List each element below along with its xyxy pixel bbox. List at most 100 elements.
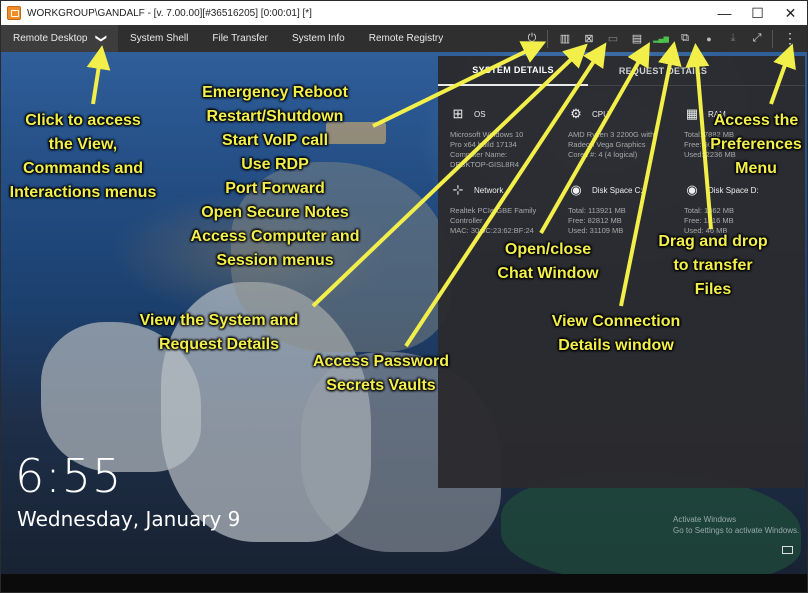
card-title: OS <box>474 109 486 119</box>
annotation-line: Menu <box>735 160 777 177</box>
annotation-chat: Open/close Chat Window <box>481 238 615 286</box>
annotation-file-transfer: Drag and drop to transfer Files <box>641 230 785 302</box>
tab-system-details[interactable]: SYSTEM DETAILS <box>438 56 588 86</box>
monitor-icon[interactable]: ▭ <box>602 30 624 48</box>
network-status-icon <box>782 546 793 554</box>
annotation-line: Chat Window <box>497 265 599 282</box>
disk-c-icon: ◉ <box>570 182 582 197</box>
disk-d-card: ◉ Disk Space D: Total: 1862 MB Free: 1816… <box>684 180 796 236</box>
card-title: Disk Space C: <box>592 185 643 195</box>
toolbar-divider <box>772 29 773 48</box>
card-line: AMD Ryzen 3 2200G with <box>568 130 655 139</box>
os-card: ⊞ OS Microsoft Windows 10 Pro x64 build 1… <box>450 104 562 170</box>
download-icon[interactable]: ⤓ <box>722 30 744 48</box>
annotation-line: to transfer <box>673 257 753 274</box>
maximize-button[interactable]: ☐ <box>741 1 774 25</box>
bottom-bar <box>1 574 807 592</box>
annotation-line: Open Secure Notes <box>201 204 349 221</box>
card-line: Realtek PCIe GBE Family <box>450 206 537 215</box>
system-details-icon[interactable]: ▥ <box>554 30 576 48</box>
app-window: WORKGROUP\GANDALF - [v. 7.00.00][#365162… <box>0 0 808 593</box>
lockscreen-date: Wednesday, January 9 <box>17 507 241 531</box>
chevron-down-icon[interactable]: ❯ <box>95 34 108 43</box>
annotation-line: Restart/Shutdown <box>206 108 344 125</box>
annotation-line: Details window <box>558 337 674 354</box>
annotation-line: Use RDP <box>241 156 309 173</box>
card-line: Cores #: 4 (4 logical) <box>568 150 638 159</box>
activate-line-2: Go to Settings to activate Windows. <box>673 526 800 535</box>
annotation-line: Files <box>694 281 732 298</box>
card-title: Network <box>474 185 504 195</box>
tab-remote-registry[interactable]: Remote Registry <box>357 25 455 52</box>
card-line: Pro x64 build 17134 <box>450 140 517 149</box>
annotation-line: Preferences <box>710 136 802 153</box>
card-line: Total: 113921 MB <box>568 206 626 215</box>
windows-icon: ⊞ <box>452 106 464 121</box>
annotation-line: Commands and <box>22 160 143 177</box>
close-button[interactable]: ✕ <box>774 1 807 25</box>
tab-system-info[interactable]: System Info <box>280 25 357 52</box>
card-title: CPU <box>592 109 609 119</box>
session-toolbar: Remote Desktop ❯ System Shell File Trans… <box>1 25 807 52</box>
card-title: Disk Space D: <box>708 185 759 195</box>
ram-icon: ▦ <box>685 106 699 121</box>
annotation-line: the View, <box>48 136 118 153</box>
record-icon[interactable]: ● <box>698 30 720 48</box>
annotation-line: Session menus <box>216 252 334 269</box>
annotation-view-menu: Click to access the View, Commands and I… <box>3 109 163 205</box>
annotation-line: Access Password <box>312 353 450 370</box>
annotation-line: Secrets Vaults <box>326 377 436 394</box>
disk-c-card: ◉ Disk Space C: Total: 113921 MB Free: 82… <box>568 180 680 236</box>
app-logo-icon <box>7 6 21 20</box>
tab-request-details[interactable]: REQUEST DETAILS <box>588 56 738 86</box>
annotation-line: Request Details <box>158 336 280 353</box>
annotation-connection: View Connection Details window <box>531 310 701 358</box>
annotation-line: Access the <box>713 112 799 129</box>
annotation-system-details: View the System and Request Details <box>121 309 317 357</box>
toolbar-icons: ⏻ ▥ ⊠ ▭ ▤ ▂▄▆ ⧉ ● ⤓ ⤢ ⋮ <box>519 25 807 52</box>
tab-system-shell[interactable]: System Shell <box>118 25 200 52</box>
card-line: Computer Name: <box>450 150 508 159</box>
tab-label: Remote Desktop <box>13 33 88 44</box>
card-line: Free: 1816 MB <box>684 216 734 225</box>
tab-remote-desktop[interactable]: Remote Desktop ❯ <box>1 25 118 52</box>
card-line: Controller <box>450 216 483 225</box>
annotation-line: View the System and <box>139 312 299 329</box>
annotation-line: Emergency Reboot <box>202 84 348 101</box>
activate-windows-watermark: Activate Windows Go to Settings to activ… <box>673 514 799 536</box>
annotation-preferences: Access the Preferences Menu <box>703 109 807 181</box>
password-vault-icon[interactable]: ⊠ <box>578 30 600 48</box>
annotation-power-menu: Emergency Reboot Restart/Shutdown Start … <box>177 81 373 273</box>
network-icon: ⊹ <box>452 182 464 197</box>
minimize-button[interactable]: — <box>708 1 741 25</box>
file-transfer-icon[interactable]: ⧉ <box>674 30 696 48</box>
annotation-line: Drag and drop <box>658 233 768 250</box>
activate-line-1: Activate Windows <box>673 515 737 524</box>
disk-d-icon: ◉ <box>686 182 698 197</box>
card-line: MAC: 30:9C:23:62:BF:24 <box>450 226 534 235</box>
signal-strength-icon[interactable]: ▂▄▆ <box>650 30 672 48</box>
toolbar-divider <box>547 29 548 48</box>
lockscreen-time: 6:55 <box>15 449 123 503</box>
fullscreen-icon[interactable]: ⤢ <box>746 30 768 48</box>
annotation-line: Port Forward <box>225 180 325 197</box>
card-line: Microsoft Windows 10 <box>450 130 524 139</box>
card-line: DESKTOP-GISL8R4 <box>450 160 520 169</box>
annotation-line: Start VoIP call <box>221 132 329 149</box>
cpu-card: ⚙ CPU AMD Ryzen 3 2200G with Radeon Vega … <box>568 104 680 160</box>
card-line: Total: 1862 MB <box>684 206 735 215</box>
window-title: WORKGROUP\GANDALF - [v. 7.00.00][#365162… <box>27 7 312 19</box>
panel-tabs: SYSTEM DETAILS REQUEST DETAILS <box>438 56 805 86</box>
card-line: Radeon Vega Graphics <box>568 140 646 149</box>
card-line: Free: 82812 MB <box>568 216 622 225</box>
network-card: ⊹ Network Realtek PCIe GBE Family Control… <box>450 180 562 236</box>
chat-icon[interactable]: ▤ <box>626 30 648 48</box>
more-menu-icon[interactable]: ⋮ <box>779 30 801 48</box>
power-menu-icon[interactable]: ⏻ <box>521 30 543 48</box>
tab-file-transfer[interactable]: File Transfer <box>200 25 280 52</box>
annotation-line: Access Computer and <box>190 228 360 245</box>
title-bar: WORKGROUP\GANDALF - [v. 7.00.00][#365162… <box>1 1 807 25</box>
annotation-line: Click to access <box>25 112 141 129</box>
annotation-line: View Connection <box>551 313 681 330</box>
annotation-line: Interactions menus <box>9 184 157 201</box>
